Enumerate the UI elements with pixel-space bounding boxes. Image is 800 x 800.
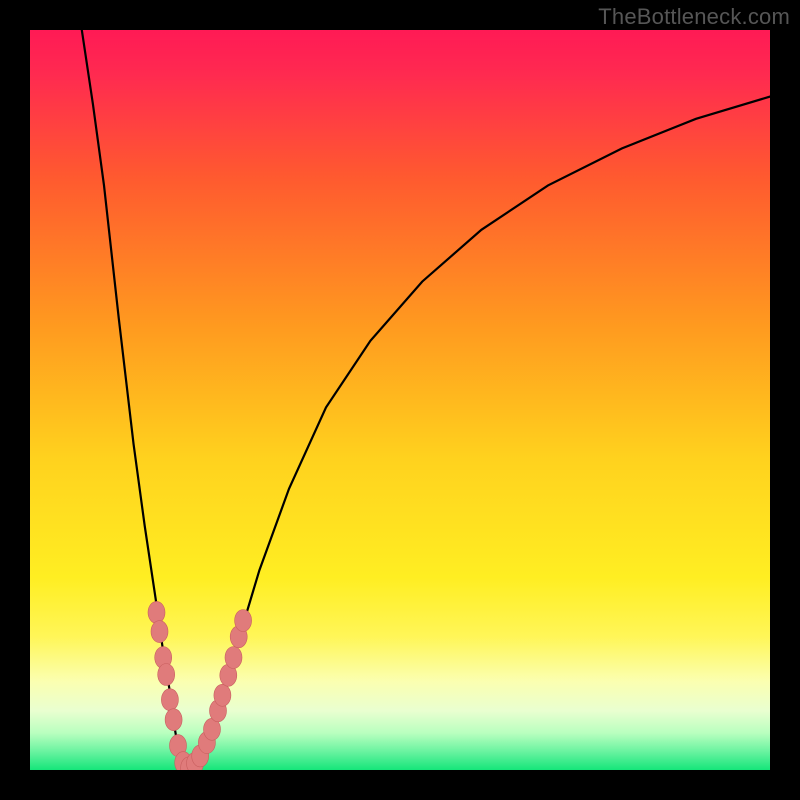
data-marker <box>214 684 231 706</box>
gradient-background <box>30 30 770 770</box>
data-marker <box>165 709 182 731</box>
data-marker <box>158 664 175 686</box>
watermark-text: TheBottleneck.com <box>598 4 790 30</box>
plot-area <box>30 30 770 770</box>
data-marker <box>161 689 178 711</box>
data-marker <box>148 601 165 623</box>
outer-frame: TheBottleneck.com <box>0 0 800 800</box>
chart-svg <box>30 30 770 770</box>
data-marker <box>235 610 252 632</box>
data-marker <box>151 621 168 643</box>
data-marker <box>225 647 242 669</box>
